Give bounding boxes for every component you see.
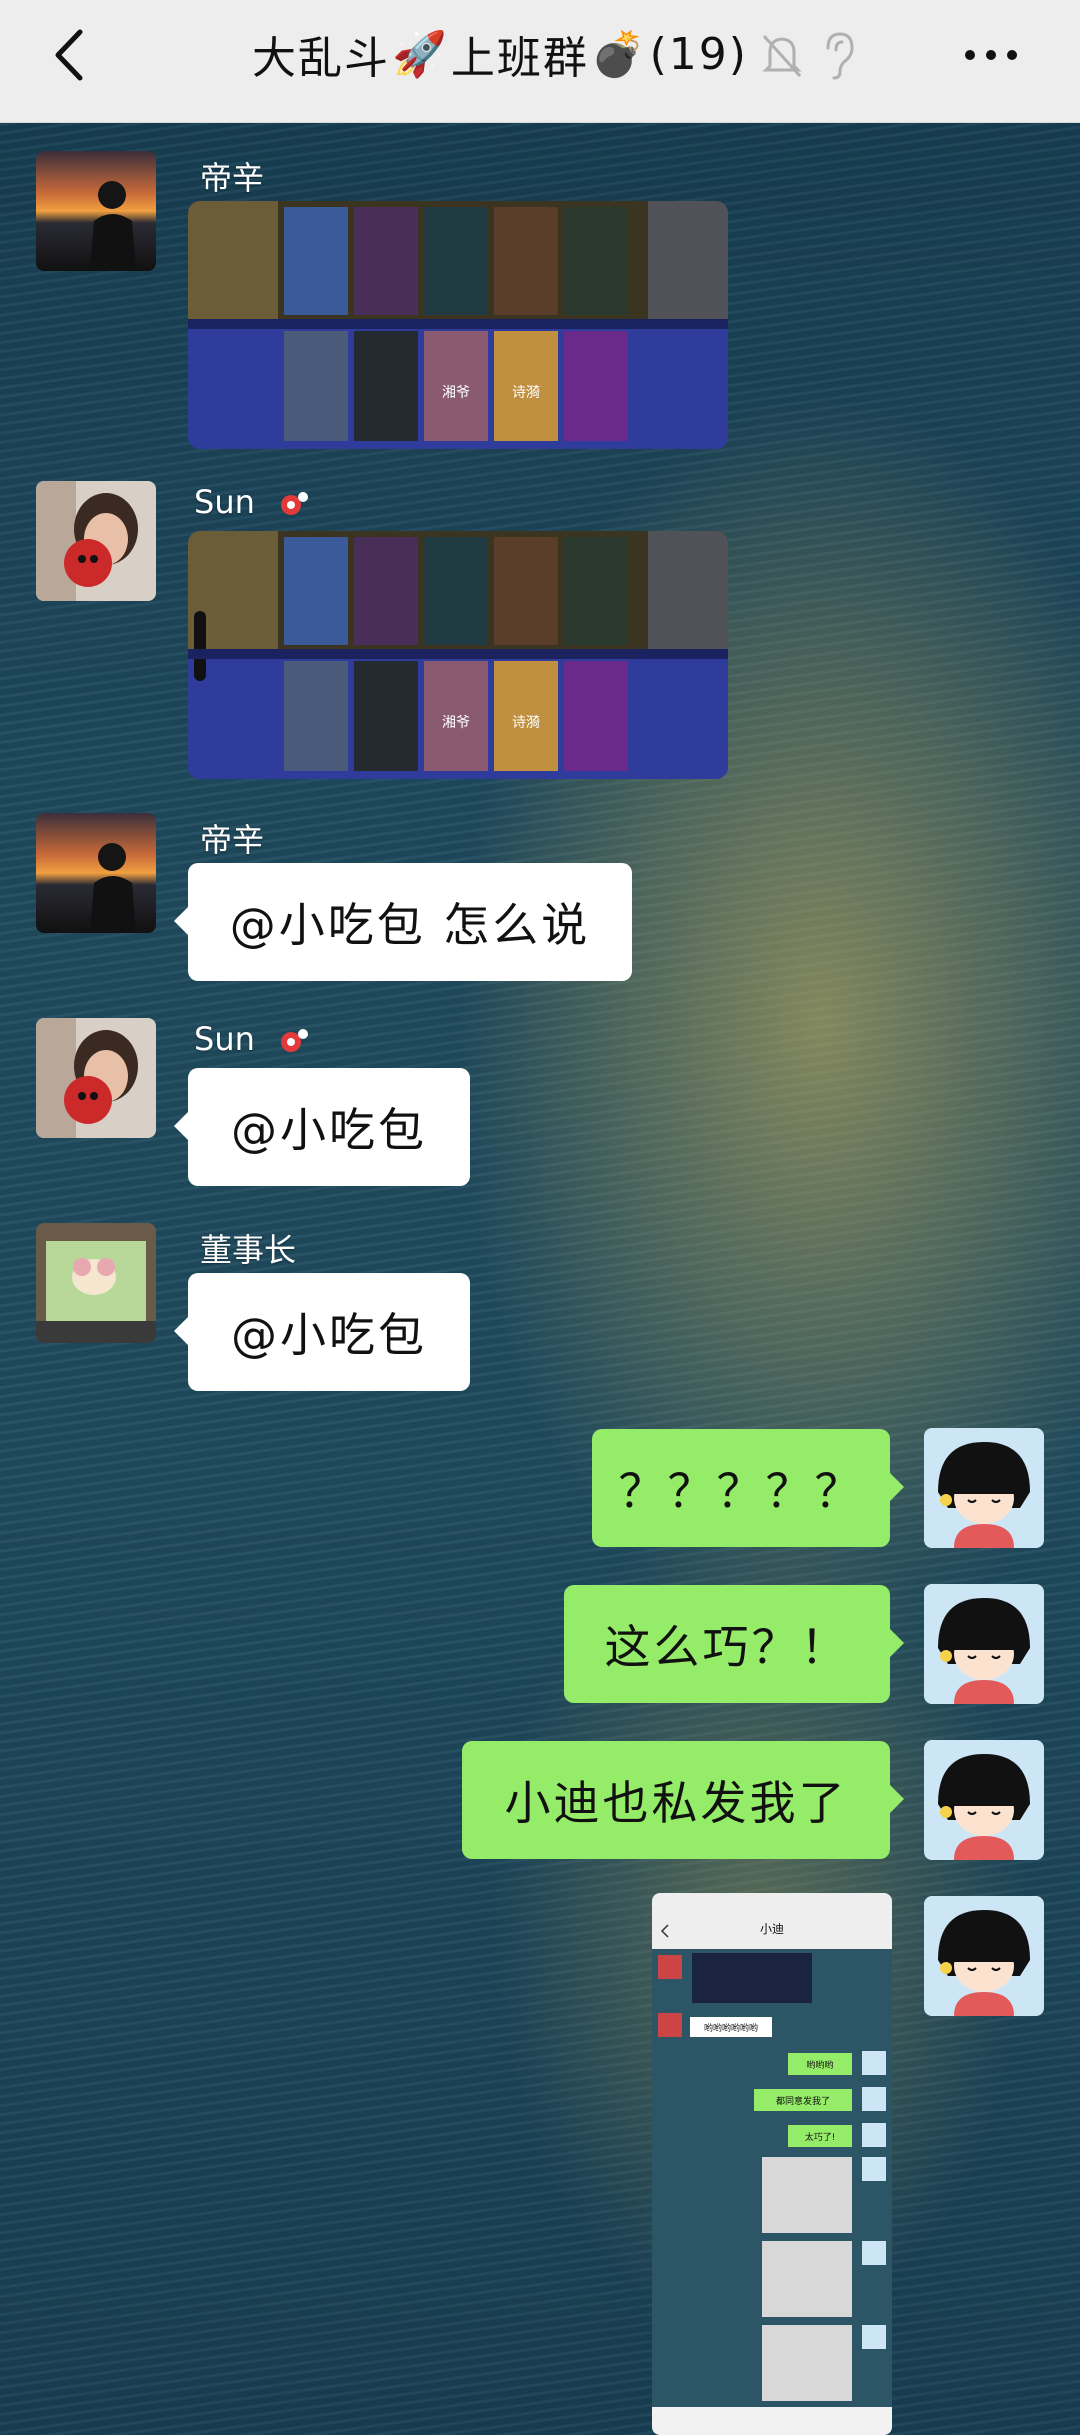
shot-line: 哟哟哟 (806, 2059, 833, 2071)
hero-draft-graphic: 湘爷 诗漪 (188, 531, 728, 779)
sender-name: 帝辛 (200, 821, 265, 859)
forwarded-chat-screenshot[interactable]: 小迪 哟哟哟哟哟哟 哟哟哟 都同意发我了 太巧了! (652, 1893, 892, 2435)
cartoon-avatar-icon (36, 1223, 156, 1343)
back-button[interactable] (36, 20, 106, 90)
maruko-avatar-icon (924, 1740, 1044, 1860)
sunset-avatar-icon (36, 151, 156, 271)
message-bubble[interactable]: @小吃包 怎么说 (174, 863, 632, 981)
avatar-sun[interactable] (36, 481, 156, 601)
maruko-avatar-icon (924, 1896, 1044, 2016)
flower-badge-icon (281, 492, 309, 515)
sender-name: Sun (194, 1020, 309, 1058)
hero-draft-image[interactable]: 湘爷 诗漪 (188, 201, 728, 449)
ear-icon[interactable] (816, 28, 860, 82)
mute-bell-icon (762, 34, 802, 78)
hero-draft-graphic: 湘爷 诗漪 (188, 201, 728, 449)
avatar-me[interactable] (924, 1584, 1044, 1704)
sender-name: 董事长 (200, 1231, 297, 1269)
maruko-avatar-icon (924, 1584, 1044, 1704)
sunset-avatar-icon (36, 813, 156, 933)
more-icon[interactable] (956, 30, 1026, 80)
rocket-emoji-icon: 🚀 (392, 29, 449, 80)
avatar-me[interactable] (924, 1896, 1044, 2016)
avatar-me[interactable] (924, 1428, 1044, 1548)
member-count: (19) (649, 28, 748, 80)
message-bubble-outgoing[interactable]: 小迪也私发我了 (462, 1741, 904, 1859)
chat-title: 大乱斗 🚀 上班群 💣 (19) (220, 18, 780, 90)
flower-badge-icon (281, 1029, 309, 1052)
shot-line: 都同意发我了 (776, 2095, 830, 2107)
sender-name: Sun (194, 483, 309, 521)
shot-line: 哟哟哟哟哟哟 (704, 2022, 758, 2034)
message-bubble[interactable]: @小吃包 (174, 1273, 470, 1391)
avatar-dongshizhang[interactable] (36, 1223, 156, 1343)
message-bubble-outgoing[interactable]: 这么巧？！ (564, 1585, 904, 1703)
maruko-avatar-icon (924, 1428, 1044, 1548)
message-bubble[interactable]: @小吃包 (174, 1068, 470, 1186)
hero-draft-image[interactable]: 湘爷 诗漪 (188, 531, 728, 779)
card-label: 湘爷 (442, 715, 470, 731)
shot-line: 太巧了! (805, 2131, 836, 2143)
sender-name: 帝辛 (200, 159, 265, 197)
chat-screenshot-graphic: 小迪 哟哟哟哟哟哟 哟哟哟 都同意发我了 太巧了! (652, 1893, 892, 2435)
avatar-dixin[interactable] (36, 813, 156, 933)
avatar-me[interactable] (924, 1740, 1044, 1860)
person-avatar-icon (36, 481, 156, 601)
avatar-sun[interactable] (36, 1018, 156, 1138)
shot-title: 小迪 (760, 1922, 784, 1936)
card-label: 诗漪 (512, 385, 540, 401)
card-label: 诗漪 (512, 715, 540, 731)
chat-message-area[interactable]: 帝辛 湘爷 诗漪 Sun 湘爷 诗漪 帝辛 @小吃包 怎么说 Sun @小吃包 … (0, 123, 1080, 2435)
avatar-dixin[interactable] (36, 151, 156, 271)
bomb-emoji-icon: 💣 (590, 29, 648, 80)
person-avatar-icon (36, 1018, 156, 1138)
message-bubble-outgoing[interactable]: ？？？？？ (592, 1429, 904, 1547)
title-text-1: 大乱斗 (252, 33, 391, 84)
card-label: 湘爷 (442, 385, 470, 401)
chat-header: 大乱斗 🚀 上班群 💣 (19) (0, 0, 1080, 123)
title-text-2: 上班群 (450, 33, 589, 84)
back-arrow-icon (55, 29, 83, 81)
